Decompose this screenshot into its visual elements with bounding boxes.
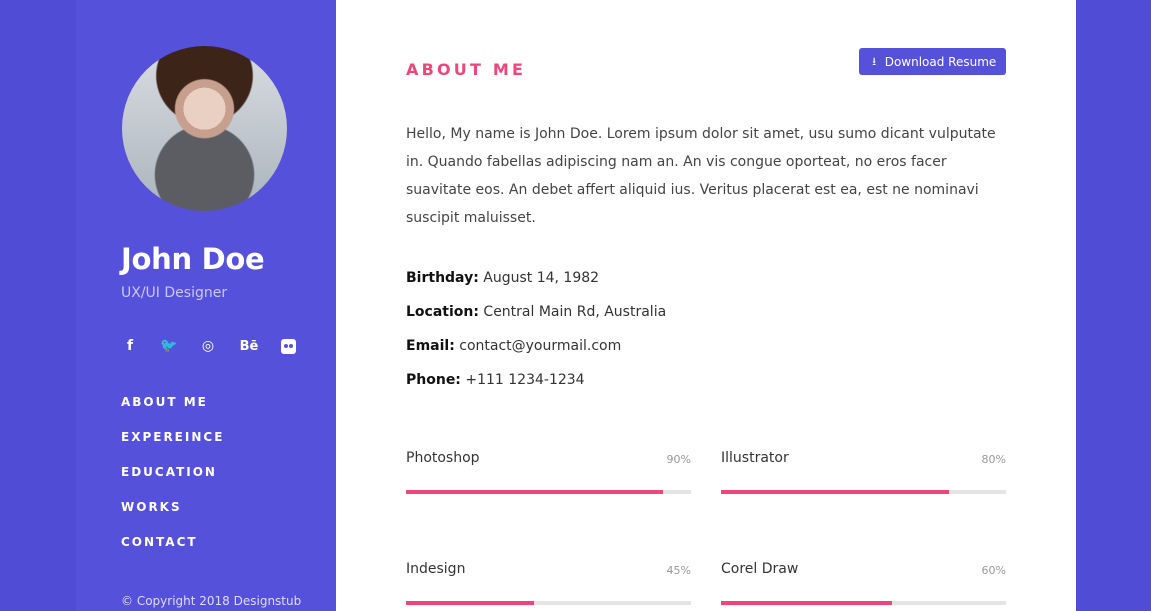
facebook-icon[interactable]: f bbox=[121, 336, 139, 356]
sidebar-item-education[interactable]: EDUCATION bbox=[121, 465, 224, 500]
skill-corel-draw: Corel Draw 60% bbox=[721, 561, 1006, 611]
download-resume-label: Download Resume bbox=[884, 54, 997, 69]
sidebar-item-contact[interactable]: CONTACT bbox=[121, 535, 224, 570]
profile-sidebar: John Doe UX/UI Designer f 🐦 ◎ Bē ABOUT M… bbox=[76, 0, 336, 611]
download-resume-button[interactable]: ⭳ Download Resume bbox=[859, 48, 1006, 75]
social-links: f 🐦 ◎ Bē bbox=[121, 336, 296, 356]
twitter-icon[interactable]: 🐦 bbox=[160, 336, 178, 356]
left-outer-background bbox=[0, 0, 76, 611]
skill-photoshop: Photoshop 90% bbox=[406, 450, 691, 510]
section-title: ABOUT ME bbox=[406, 60, 527, 79]
dribbble-icon[interactable]: ◎ bbox=[199, 336, 217, 356]
behance-icon[interactable]: Bē bbox=[238, 336, 260, 356]
about-me-section: ABOUT ME ⭳ Download Resume Hello, My nam… bbox=[336, 0, 1076, 611]
email-detail: Email: contact@yourmail.com bbox=[406, 338, 622, 354]
skill-progress-fill bbox=[721, 490, 949, 494]
skill-progress-fill bbox=[406, 490, 663, 494]
location-detail: Location: Central Main Rd, Australia bbox=[406, 304, 667, 320]
skill-indesign: Indesign 45% bbox=[406, 561, 691, 611]
personal-details: Birthday: August 14, 1982 Location: Cent… bbox=[406, 270, 666, 406]
sidebar-item-works[interactable]: WORKS bbox=[121, 500, 224, 535]
skill-progress-track bbox=[721, 601, 1006, 605]
skill-illustrator: Illustrator 80% bbox=[721, 450, 1006, 510]
skill-progress-fill bbox=[406, 601, 535, 605]
right-outer-background bbox=[1076, 0, 1151, 611]
sidebar-navigation: ABOUT ME EXPEREINCE EDUCATION WORKS CONT… bbox=[121, 395, 224, 570]
profile-name: John Doe bbox=[121, 242, 265, 276]
flickr-icon[interactable] bbox=[281, 338, 296, 354]
skill-progress-track bbox=[406, 601, 691, 605]
bio-paragraph: Hello, My name is John Doe. Lorem ipsum … bbox=[406, 126, 996, 226]
birthday-detail: Birthday: August 14, 1982 bbox=[406, 270, 600, 286]
skill-progress-track bbox=[721, 490, 1006, 494]
profile-role: UX/UI Designer bbox=[121, 285, 228, 301]
copyright-text: © Copyright 2018 Designstub bbox=[121, 594, 302, 608]
resume-page: John Doe UX/UI Designer f 🐦 ◎ Bē ABOUT M… bbox=[0, 0, 1151, 611]
skill-progress-track bbox=[406, 490, 691, 494]
avatar bbox=[122, 46, 287, 211]
phone-detail: Phone: +111 1234-1234 bbox=[406, 372, 585, 388]
sidebar-item-experience[interactable]: EXPEREINCE bbox=[121, 430, 224, 465]
skill-progress-fill bbox=[721, 601, 892, 605]
download-icon: ⭳ bbox=[872, 55, 877, 68]
sidebar-item-about-me[interactable]: ABOUT ME bbox=[121, 395, 224, 430]
